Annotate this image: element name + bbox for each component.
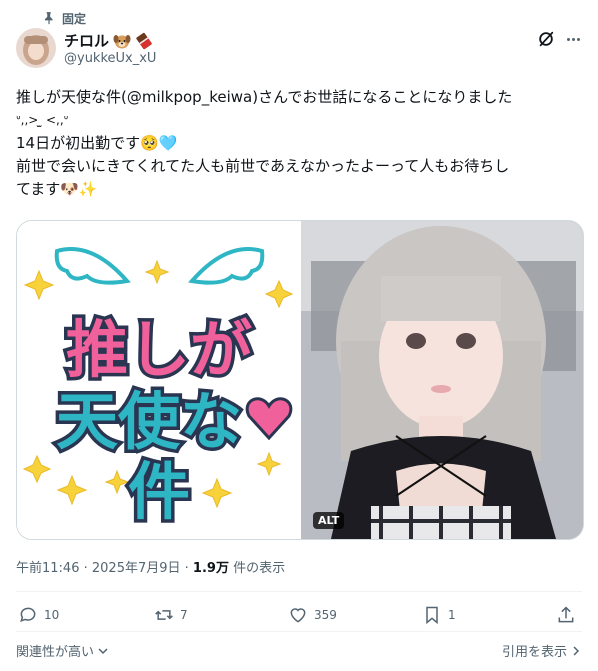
sparkle-icon [56,474,88,506]
pinned-indicator: 固定 [42,9,86,27]
tweet-date[interactable]: 2025年7月9日 [92,561,181,576]
chevron-right-icon [573,645,580,656]
tweet-timestamp: 午前11:46 · 2025年7月9日 · 1.9万 件の表示 [16,561,286,576]
author-name-row[interactable]: チロル [64,30,153,51]
wing-right-icon [188,247,265,285]
action-bar: 10 7 359 1 [16,605,582,629]
tweet-line: ᐡ,,> ̫ <,,ᐡ [16,113,69,127]
more-options-icon[interactable] [563,30,583,48]
like-button[interactable]: 359 [288,605,337,625]
grok-icon[interactable] [537,30,555,48]
view-quotes-label: 引用を表示 [501,645,567,660]
bookmark-button[interactable]: 1 [422,605,456,625]
sort-relevance-dropdown[interactable]: 関連性が高い [16,641,109,660]
bookmark-count: 1 [448,608,456,622]
dog-face-emoji [113,34,131,48]
repost-button[interactable]: 7 [154,605,188,625]
pin-icon [44,12,53,25]
repost-count: 7 [180,608,188,622]
media-image-logo[interactable]: 推しが 天使な 件 [17,221,300,539]
heart-outline-icon [290,608,306,623]
chevron-down-icon [98,647,108,654]
reply-button[interactable]: 10 [18,605,59,625]
reply-count: 10 [44,608,60,622]
tweet-line: 推しが天使な件(@milkpop_keiwa)さんでお世話になることになりました [16,88,513,106]
sparkle-icon [23,269,55,301]
pinned-label: 固定 [62,11,87,26]
tweet-line: 前世で会いにきてくれてた人も前世であえなかったよーって人もお待ちし [16,157,510,175]
divider [16,631,582,632]
avatar[interactable] [16,28,56,68]
logo-text-line: 推しが [66,313,252,386]
sparkle-icon [22,454,52,484]
logo-text-line: 件 [128,455,190,528]
tweet-text: 推しが天使な件(@milkpop_keiwa)さんでお世話になることになりました… [16,86,582,201]
wing-left-icon [54,247,131,285]
bookmark-icon [426,606,438,625]
divider [16,591,582,592]
tweet-line: 14日が初出勤です🥺🩵 [16,134,178,152]
sparkle-icon [201,477,233,509]
sparkle-icon [256,451,282,477]
heart-icon [245,397,293,441]
share-icon [558,606,574,623]
like-count: 359 [314,608,337,622]
view-count-label: 件の表示 [233,561,286,576]
view-count: 1.9万 [192,561,229,576]
reply-icon [20,607,36,623]
sparkle-icon [264,279,294,309]
logo-text-line: 天使な [56,385,242,458]
tweet-time[interactable]: 午前11:46 [16,561,79,576]
sparkle-icon [104,469,130,495]
sort-label: 関連性が高い [16,645,95,660]
author-handle[interactable]: @yukkeUx_xU [64,51,156,66]
media-image-photo[interactable]: ALT [301,221,583,539]
view-quotes-link[interactable]: 引用を表示 [502,641,582,660]
tweet-line: てます🐶✨ [16,180,98,198]
sparkle-icon [144,259,170,285]
media-grid: 推しが 天使な 件 ALT [16,220,584,540]
share-button[interactable] [556,605,576,625]
chocolate-bar-emoji [136,32,152,49]
alt-badge[interactable]: ALT [313,512,345,529]
repost-icon [155,610,173,620]
display-name[interactable]: チロル [64,30,109,51]
